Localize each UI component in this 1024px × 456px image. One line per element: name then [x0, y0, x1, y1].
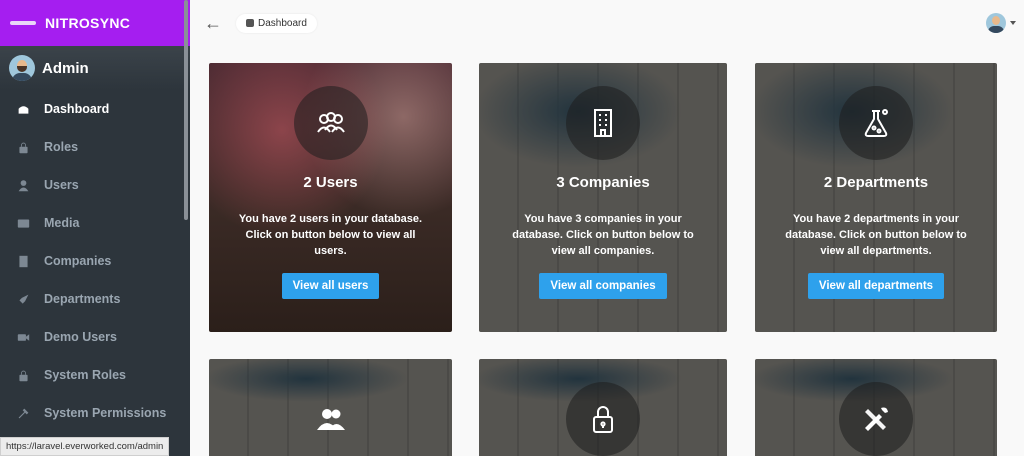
status-url: https://laravel.everworked.com/admin — [0, 437, 170, 456]
brand-logo — [10, 21, 36, 25]
sidebar-item-label: Users — [44, 178, 79, 192]
sidebar-item-users[interactable]: Users — [0, 166, 190, 204]
group-icon — [294, 382, 368, 456]
card-title: 2 Departments — [823, 174, 929, 191]
sidebar-item-label: System Roles — [44, 368, 126, 382]
brand-header[interactable]: NITROSYNC — [0, 0, 190, 46]
breadcrumb[interactable]: Dashboard — [236, 13, 317, 33]
lock-icon — [16, 140, 30, 154]
avatar — [9, 55, 35, 81]
sidebar-item-demo-users[interactable]: Demo Users — [0, 318, 190, 356]
card-departments: 2 Departments You have 2 departments in … — [755, 63, 997, 332]
profile-name: Admin — [42, 59, 89, 77]
sidebar-scrollbar[interactable] — [184, 0, 188, 220]
card-text: You have 2 users in your database. Click… — [238, 213, 423, 257]
breadcrumb-label: Dashboard — [258, 17, 307, 29]
view-all-companies-button[interactable]: View all companies — [539, 273, 667, 299]
tools-icon — [16, 406, 30, 420]
chevron-down-icon[interactable] — [1010, 21, 1016, 25]
card-text: You have 3 companies in your database. C… — [512, 213, 694, 257]
user-icon — [16, 178, 30, 192]
card-group — [209, 359, 452, 456]
avatar[interactable] — [986, 13, 1006, 33]
media-icon — [16, 216, 30, 230]
sidebar-item-companies[interactable]: Companies — [0, 242, 190, 280]
sidebar-item-label: Demo Users — [44, 330, 117, 344]
building-icon — [16, 254, 30, 268]
users-icon — [293, 86, 368, 160]
sidebar-item-departments[interactable]: Departments — [0, 280, 190, 318]
sidebar-item-label: Media — [44, 216, 80, 230]
sidebar-item-media[interactable]: Media — [0, 204, 190, 242]
sidebar-item-system-permissions[interactable]: System Permissions — [0, 394, 190, 432]
topbar: ← Dashboard — [190, 0, 1024, 46]
card-tools — [755, 359, 997, 456]
sidebar-item-roles[interactable]: Roles — [0, 128, 190, 166]
sidebar-item-label: Roles — [44, 140, 79, 154]
video-icon — [16, 330, 30, 344]
profile[interactable]: Admin — [0, 46, 190, 90]
tools-icon — [839, 382, 913, 456]
card-companies: 3 Companies You have 3 companies in your… — [479, 63, 727, 332]
lock-icon — [16, 368, 30, 382]
lock-icon — [566, 382, 640, 456]
sidebar: NITROSYNC Admin Dashboard Roles Users Me… — [0, 0, 190, 456]
view-all-users-button[interactable]: View all users — [281, 273, 380, 299]
sidebar-item-label: Companies — [44, 254, 112, 268]
flask-icon — [839, 86, 913, 160]
sidebar-item-label: System Permissions — [44, 406, 167, 420]
card-lock — [479, 359, 727, 456]
view-all-departments-button[interactable]: View all departments — [807, 273, 945, 299]
card-users: 2 Users You have 2 users in your databas… — [209, 63, 452, 332]
arrow-left-icon[interactable]: ← — [204, 13, 222, 34]
dashboard-icon — [246, 19, 254, 27]
brand-name: NITROSYNC — [45, 15, 131, 31]
card-title: 3 Companies — [556, 174, 650, 191]
sidebar-menu: Dashboard Roles Users Media Companies De… — [0, 90, 190, 432]
card-title: 2 Users — [303, 174, 358, 191]
building-icon — [566, 86, 640, 160]
sidebar-item-system-roles[interactable]: System Roles — [0, 356, 190, 394]
dashboard-icon — [16, 102, 30, 116]
sidebar-item-label: Departments — [44, 292, 121, 306]
sidebar-item-dashboard[interactable]: Dashboard — [0, 90, 190, 128]
rocket-icon — [16, 292, 30, 306]
card-text: You have 2 departments in your database.… — [785, 213, 967, 257]
sidebar-item-label: Dashboard — [44, 102, 110, 116]
